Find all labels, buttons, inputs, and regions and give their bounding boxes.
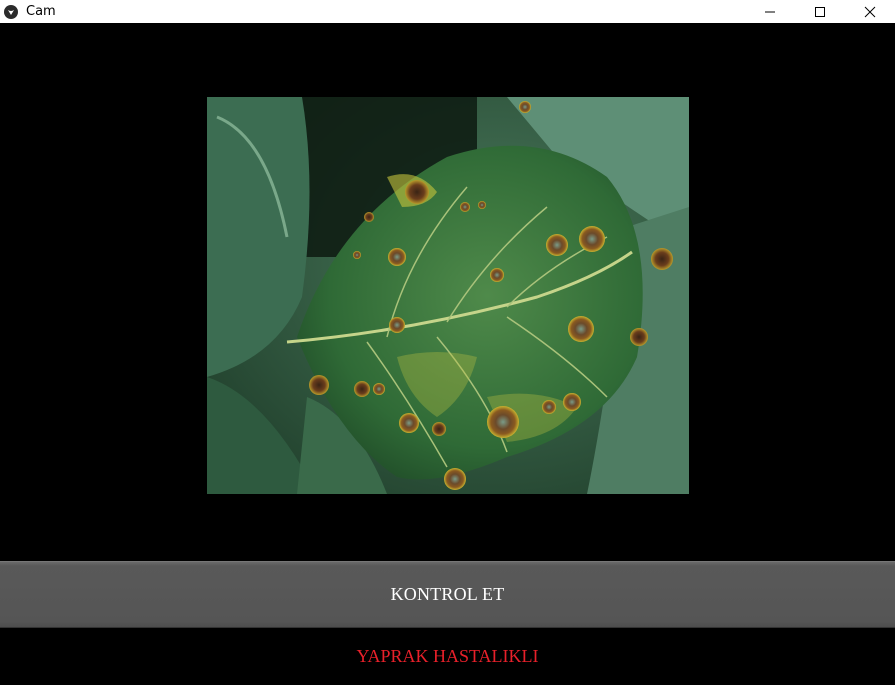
app-logo-icon <box>4 4 18 19</box>
minimize-icon <box>765 11 775 12</box>
check-button[interactable]: KONTROL ET <box>0 561 895 628</box>
close-button[interactable] <box>845 0 895 23</box>
maximize-button[interactable] <box>795 0 845 23</box>
leaf-image <box>207 97 689 494</box>
window-title: Cam <box>26 4 56 19</box>
result-area: YAPRAK HASTALIKLI <box>0 628 895 685</box>
check-button-label: KONTROL ET <box>390 584 505 604</box>
close-icon <box>864 6 876 17</box>
title-bar[interactable]: Cam <box>0 0 895 23</box>
window-controls <box>745 0 895 23</box>
result-text: YAPRAK HASTALIKLI <box>356 646 539 666</box>
camera-viewport <box>0 23 895 561</box>
minimize-button[interactable] <box>745 0 795 23</box>
maximize-icon <box>815 6 825 17</box>
